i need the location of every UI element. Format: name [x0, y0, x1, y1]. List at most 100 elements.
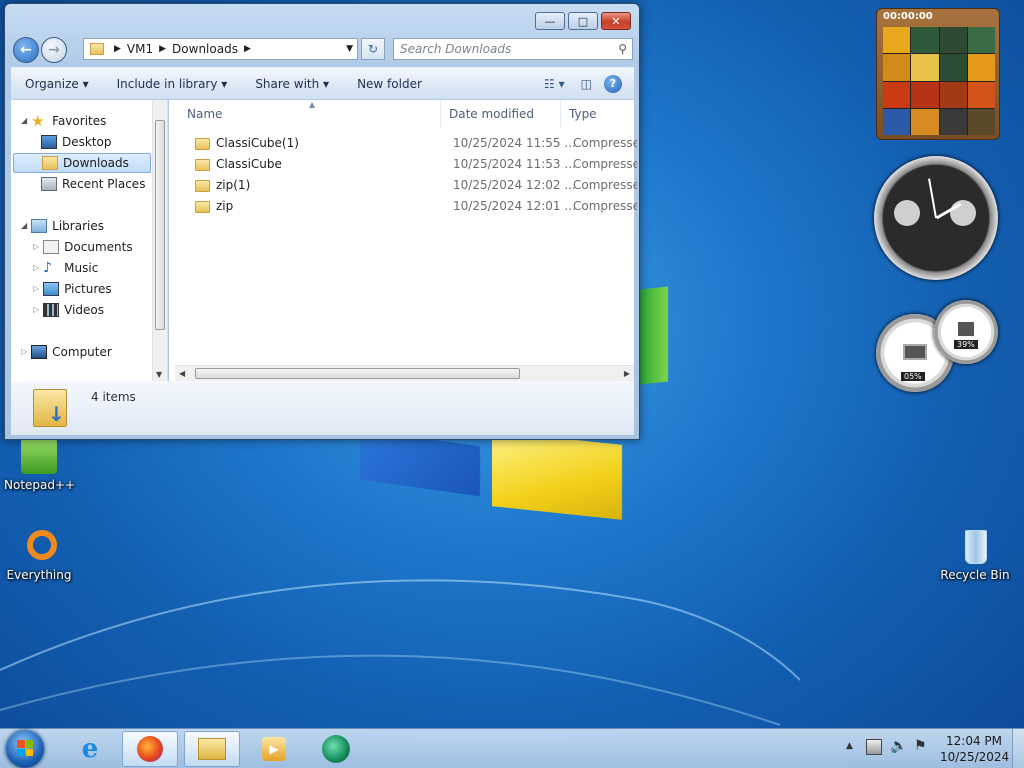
maximize-button[interactable]: □: [568, 12, 598, 30]
star-icon: ★: [31, 112, 45, 130]
forward-arrow-icon: →: [48, 42, 60, 58]
column-header-type[interactable]: Type: [561, 100, 634, 128]
action-center-flag-icon[interactable]: ⚑: [914, 738, 927, 754]
file-row[interactable]: zip(1) 10/25/2024 12:02 ... Compressed: [177, 175, 637, 196]
breadcrumb-downloads[interactable]: Downloads: [172, 42, 238, 56]
nav-libraries[interactable]: ◢ Libraries: [21, 216, 104, 236]
taskbar-internet-explorer[interactable]: e: [62, 731, 118, 767]
clock[interactable]: 12:04 PM 10/25/2024: [940, 733, 1009, 765]
address-bar[interactable]: ▶ VM1 ▶ Downloads ▶ ▼: [83, 38, 358, 60]
file-name: ClassiCube(1): [216, 136, 299, 150]
file-type: Compressed: [573, 136, 637, 150]
nav-desktop[interactable]: Desktop: [41, 132, 112, 152]
nav-music[interactable]: ▷ ♪ Music: [33, 258, 98, 278]
search-icon: ⚲: [618, 42, 627, 56]
zip-folder-icon: [195, 158, 210, 171]
file-name: zip: [216, 199, 234, 213]
nav-scrollbar-thumb[interactable]: [155, 120, 165, 330]
memory-meter-gadget: 39%: [934, 300, 998, 364]
breadcrumb-vm1[interactable]: VM1: [127, 42, 153, 56]
wallpaper-logo-green: [640, 286, 668, 385]
show-desktop-button[interactable]: [1012, 729, 1024, 768]
computer-icon: [31, 345, 48, 359]
navigation-pane: ◢ ★ Favorites Desktop Downloads Recent Pla…: [11, 100, 168, 381]
forward-button[interactable]: →: [41, 37, 67, 63]
file-date: 10/25/2024 12:01 ...: [453, 199, 576, 213]
address-dropdown-icon[interactable]: ▼: [346, 44, 353, 54]
file-name: ClassiCube: [216, 157, 282, 171]
search-input[interactable]: Search Downloads ⚲: [393, 38, 633, 60]
breadcrumb-chevron-icon: ▶: [159, 44, 167, 54]
taskbar: e ▶ ▲ 🔈 ⚑ 12:04 PM 10/25/2024: [0, 728, 1024, 768]
taskbar-firefox[interactable]: [122, 731, 178, 767]
include-in-library-button[interactable]: Include in library ▾: [103, 77, 242, 91]
horizontal-scrollbar[interactable]: ◀ ▶: [175, 365, 634, 381]
view-options-button[interactable]: ☷ ▾: [536, 77, 573, 91]
file-row[interactable]: zip 10/25/2024 12:01 ... Compressed: [177, 196, 637, 217]
scroll-right-icon[interactable]: ▶: [624, 369, 630, 378]
file-type: Compressed: [573, 178, 637, 192]
wallpaper-swoosh: [0, 579, 800, 726]
nav-favorites[interactable]: ◢ ★ Favorites: [21, 111, 106, 131]
desktop-icon-recycle-bin[interactable]: Recycle Bin: [940, 528, 1010, 582]
media-player-icon: ▶: [262, 737, 286, 761]
desktop-icon-label: Everything: [6, 568, 72, 582]
new-folder-button[interactable]: New folder: [343, 77, 436, 91]
horizontal-scrollbar-thumb[interactable]: [195, 368, 520, 379]
taskbar-windows-explorer[interactable]: [184, 731, 240, 767]
desktop-icon-notepadpp[interactable]: Notepad++: [4, 438, 75, 492]
folder-icon: [90, 43, 104, 55]
everything-icon: [21, 528, 57, 564]
recycle-bin-icon: [957, 528, 993, 564]
sort-indicator-icon: ▲: [309, 100, 316, 109]
share-with-button[interactable]: Share with ▾: [241, 77, 343, 91]
refresh-icon: ↻: [367, 42, 379, 56]
preview-pane-button[interactable]: ◫: [573, 77, 600, 91]
nav-scrollbar[interactable]: ▼: [152, 100, 167, 381]
breadcrumb-chevron-icon: ▶: [114, 44, 121, 54]
nav-recent-places[interactable]: Recent Places: [41, 174, 145, 194]
scroll-down-icon[interactable]: ▼: [156, 370, 162, 379]
wallpaper-logo-yellow: [492, 431, 622, 520]
help-button[interactable]: ?: [604, 74, 622, 93]
show-hidden-icons-button[interactable]: ▲: [846, 741, 853, 751]
slide-puzzle-gadget[interactable]: 00:00:00: [876, 8, 1000, 140]
close-button[interactable]: ✕: [601, 12, 631, 30]
network-icon[interactable]: [866, 739, 882, 755]
collapse-arrow-icon: ▷: [33, 284, 40, 293]
start-button[interactable]: [6, 730, 44, 768]
file-row[interactable]: ClassiCube 10/25/2024 11:53 ... Compress…: [177, 154, 637, 175]
nav-computer[interactable]: ▷ Computer: [21, 342, 112, 362]
file-row[interactable]: ClassiCube(1) 10/25/2024 11:55 ... Compr…: [177, 133, 637, 154]
nav-downloads[interactable]: Downloads: [13, 153, 151, 173]
item-count: 4 items: [91, 390, 136, 404]
desktop-icon-everything[interactable]: Everything: [4, 528, 74, 582]
volume-muted-icon[interactable]: 🔈: [890, 738, 907, 754]
column-header-date-modified[interactable]: Date modified: [441, 100, 561, 128]
organize-button[interactable]: Organize ▾: [11, 77, 103, 91]
pictures-icon: [43, 282, 60, 296]
collapse-arrow-icon: ▷: [33, 242, 40, 251]
refresh-button[interactable]: ↻: [361, 38, 385, 60]
file-date: 10/25/2024 11:53 ...: [453, 157, 576, 171]
back-button[interactable]: ←: [13, 37, 39, 63]
explorer-folder-icon: [198, 738, 226, 760]
taskbar-app[interactable]: [308, 731, 364, 767]
breadcrumb-chevron-icon: ▶: [243, 44, 251, 54]
zip-folder-icon: [195, 200, 210, 213]
preview-pane-icon: ◫: [580, 76, 592, 91]
scroll-left-icon[interactable]: ◀: [179, 369, 185, 378]
expand-arrow-icon: ◢: [21, 221, 28, 230]
command-bar: Organize ▾ Include in library ▾ Share wi…: [11, 67, 634, 99]
internet-explorer-icon: e: [81, 734, 99, 764]
nav-pictures[interactable]: ▷ Pictures: [33, 279, 112, 299]
downloads-large-icon: ↓: [33, 389, 67, 427]
memory-percent: 39%: [954, 340, 978, 349]
nav-documents[interactable]: ▷ Documents: [33, 237, 133, 257]
nav-videos[interactable]: ▷ Videos: [33, 300, 104, 320]
cpu-percent: 05%: [901, 372, 925, 381]
file-list: Name Date modified Type ▲ ClassiCube(1) …: [169, 100, 637, 381]
minimize-button[interactable]: —: [535, 12, 565, 30]
collapse-arrow-icon: ▷: [21, 347, 28, 356]
taskbar-media-player[interactable]: ▶: [246, 731, 302, 767]
